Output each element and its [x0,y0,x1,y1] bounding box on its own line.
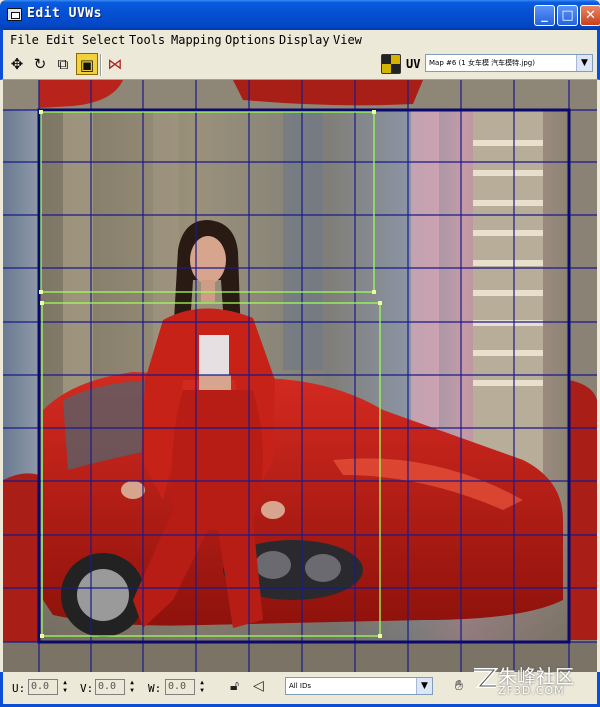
chevron-down-icon[interactable]: ▼ [576,55,592,71]
map-selector-value: Map #6 (1 女车模 汽车模特.jpg) [429,59,535,67]
move-icon[interactable]: ✥ [6,53,28,75]
toolbar: ✥ ↻ ⧉ ▣ ⋈ UV Map #6 (1 女车模 汽车模特.jpg) ▼ [0,50,600,80]
watermark-logo-icon [474,668,498,688]
menu-tools[interactable]: Tools [129,33,165,47]
watermark-subtext: ZF3D.COM [498,684,565,697]
car-rim [77,569,129,621]
menu-view[interactable]: View [333,33,362,47]
ids-selector-value: All IDs [289,682,312,690]
u-spinner[interactable]: 0.0 [28,679,58,695]
u-spinner-arrows[interactable]: ▲ ▼ [60,679,70,695]
lock-icon[interactable]: 🔓︎ [230,678,239,694]
title-bar[interactable]: Edit UVWs _ □ ✕ [0,0,600,30]
w-spinner[interactable]: 0.0 [165,679,195,695]
pan-icon[interactable]: ✋︎ [455,678,463,694]
v-spinner-arrows[interactable]: ▲ ▼ [127,679,137,695]
window-title: Edit UVWs [27,6,102,21]
uv-viewport[interactable] [3,80,597,672]
rotate-icon[interactable]: ↻ [29,53,51,75]
checker-texture-icon[interactable] [381,54,401,74]
scale-icon[interactable]: ⧉ [52,53,74,75]
window-icon[interactable] [7,8,22,21]
glass-panel [283,110,323,370]
freeform-icon[interactable]: ▣ [76,53,98,75]
tile-car-fragment [569,380,597,640]
toolbar-separator [100,54,102,76]
watermark: 朱峰社区 ZF3D.COM [470,662,600,707]
menu-edit[interactable]: Edit [46,33,75,47]
maximize-button[interactable]: □ [557,5,578,26]
map-selector[interactable]: Map #6 (1 女车模 汽车模特.jpg) ▼ [425,54,593,72]
car-headlight-lens [255,551,291,579]
menu-file[interactable]: File [10,33,39,47]
menu-options[interactable]: Options [225,33,276,47]
mirror-icon[interactable]: ⋈ [104,53,126,75]
w-spinner-arrows[interactable]: ▲ ▼ [197,679,207,695]
ids-selector[interactable]: All IDs ▼ [285,677,433,695]
close-button[interactable]: ✕ [580,5,600,26]
v-label: V: [80,682,94,695]
minimize-button[interactable]: _ [534,5,555,26]
u-label: U: [12,682,26,695]
car-headlight-lens [305,554,341,582]
menu-bar: File Edit Select Tools Mapping Options D… [0,30,600,50]
uv-canvas[interactable] [3,80,597,672]
menu-display[interactable]: Display [279,33,330,47]
w-label: W: [148,682,162,695]
paint-icon[interactable]: ◁ [253,678,264,694]
uv-label: UV [406,57,421,71]
v-spinner[interactable]: 0.0 [95,679,125,695]
menu-select[interactable]: Select [82,33,125,47]
chevron-down-icon[interactable]: ▼ [416,678,432,694]
menu-mapping[interactable]: Mapping [171,33,222,47]
